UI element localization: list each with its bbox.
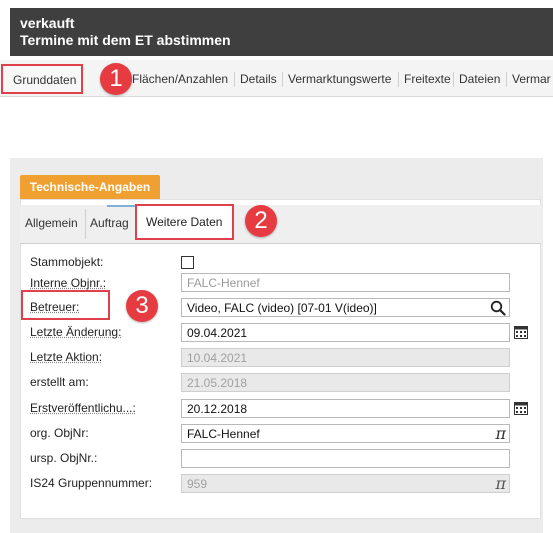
subtab-weitere-daten[interactable]: Weitere Daten bbox=[135, 204, 234, 240]
tab-divider bbox=[453, 72, 454, 87]
erstellt-am-value: 21.05.2018 bbox=[187, 376, 248, 390]
letzte-aenderung-field[interactable]: 09.04.2021 bbox=[181, 323, 510, 342]
tab-freitexte[interactable]: Freitexte bbox=[404, 72, 451, 86]
label-is24-gruppennummer: IS24 Gruppennummer: bbox=[30, 476, 153, 490]
tab-grunddaten[interactable]: Grunddaten bbox=[1, 64, 83, 94]
search-icon[interactable] bbox=[490, 300, 506, 316]
label-letzte-aenderung: Letzte Änderung: bbox=[30, 325, 122, 339]
tab-vermarktung[interactable]: Vermar bbox=[512, 72, 551, 86]
tab-divider bbox=[398, 72, 399, 87]
label-stammobjekt: Stammobjekt: bbox=[30, 255, 104, 269]
is24-value: 959 bbox=[187, 477, 208, 491]
label-erstellt-am: erstellt am: bbox=[30, 375, 89, 389]
tab-dateien[interactable]: Dateien bbox=[459, 72, 500, 86]
calendar-icon[interactable] bbox=[514, 401, 528, 415]
calendar-icon[interactable] bbox=[514, 325, 528, 339]
callout-1: 1 bbox=[100, 63, 132, 95]
subtab-label: Weitere Daten bbox=[146, 215, 223, 229]
callout-2: 2 bbox=[245, 205, 277, 237]
object-header: verkauft Termine mit dem ET abstimmen bbox=[10, 8, 553, 56]
org-objnr-field[interactable]: FALC-Hennef π bbox=[181, 424, 510, 443]
label-betreuer: Betreuer: bbox=[30, 300, 80, 314]
org-objnr-value: FALC-Hennef bbox=[187, 427, 260, 441]
label-ursp-objnr: ursp. ObjNr.: bbox=[30, 451, 98, 465]
main-tabbar: Grunddaten Flächen/Anzahlen Details Verm… bbox=[0, 60, 553, 97]
label-erstveroeffentlichung: Erstveröffentlichu...: bbox=[30, 401, 136, 415]
subtab-bar: Allgemein Auftrag bbox=[20, 205, 541, 244]
section-technische-angaben[interactable]: Technische-Angaben bbox=[20, 175, 160, 199]
label-org-objnr: org. ObjNr: bbox=[30, 426, 89, 440]
erstellt-am-field: 21.05.2018 bbox=[181, 373, 510, 392]
pi-icon: π bbox=[495, 474, 506, 493]
tab-details[interactable]: Details bbox=[240, 72, 277, 86]
label-letzte-aktion: Letzte Aktion: bbox=[30, 350, 103, 364]
interne-objnr-value: FALC-Hennef bbox=[187, 276, 260, 290]
subtab-allgemein[interactable]: Allgemein bbox=[25, 216, 78, 230]
letzte-aktion-field: 10.04.2021 bbox=[181, 348, 510, 367]
betreuer-value: Video, FALC (video) [07-01 V(ideo)] bbox=[187, 301, 377, 315]
object-status: verkauft bbox=[20, 15, 75, 31]
subtab-auftrag[interactable]: Auftrag bbox=[90, 216, 129, 230]
subtab-divider bbox=[85, 209, 86, 239]
object-subtitle: Termine mit dem ET abstimmen bbox=[20, 32, 231, 48]
tab-label: Grunddaten bbox=[13, 73, 77, 87]
erstveroeffentlichung-value: 20.12.2018 bbox=[187, 402, 248, 416]
tab-vermarktungswerte[interactable]: Vermarktungswerte bbox=[288, 72, 391, 86]
letzte-aktion-value: 10.04.2021 bbox=[187, 351, 248, 365]
callout-3: 3 bbox=[126, 290, 158, 322]
betreuer-field[interactable]: Video, FALC (video) [07-01 V(ideo)] bbox=[181, 298, 510, 317]
pi-icon[interactable]: π bbox=[495, 425, 506, 442]
stammobjekt-checkbox[interactable] bbox=[181, 256, 194, 269]
tab-flaechen-anzahlen[interactable]: Flächen/Anzahlen bbox=[132, 72, 228, 86]
erstveroeffentlichung-field[interactable]: 20.12.2018 bbox=[181, 399, 510, 418]
interne-objnr-field[interactable]: FALC-Hennef bbox=[181, 273, 510, 292]
tab-divider bbox=[506, 72, 507, 87]
tab-divider bbox=[234, 72, 235, 87]
ursp-objnr-field[interactable] bbox=[181, 449, 510, 468]
label-interne-objnr: Interne Objnr.: bbox=[30, 276, 107, 290]
letzte-aenderung-value: 09.04.2021 bbox=[187, 326, 248, 340]
is24-field: 959 π bbox=[181, 474, 510, 493]
tab-divider bbox=[282, 72, 283, 87]
